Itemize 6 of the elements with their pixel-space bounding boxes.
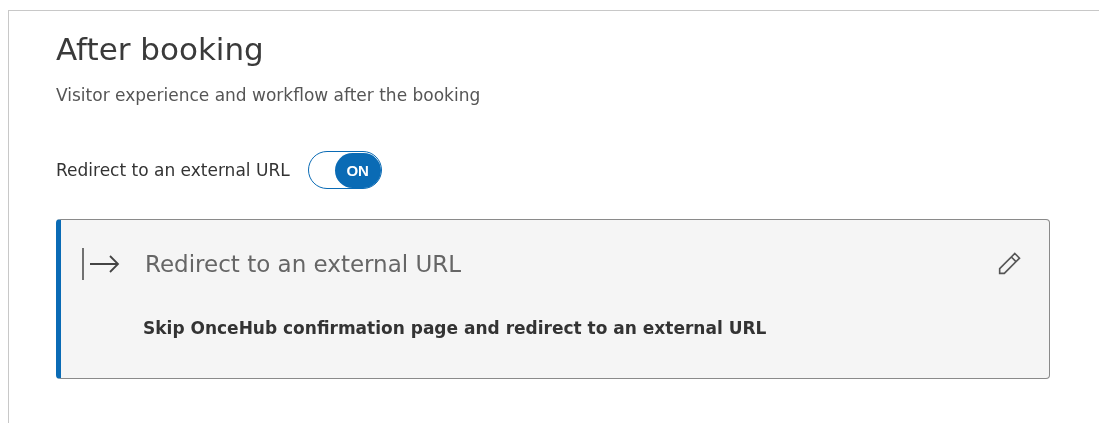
section-title: After booking	[56, 30, 265, 69]
card-description: Skip OnceHub confirmation page and redirect to an external URL	[143, 318, 768, 338]
toggle-label: Redirect to an external URL	[56, 160, 290, 180]
card-title: Redirect to an external URL	[145, 251, 463, 277]
section-subtitle: Visitor experience and workflow after the booking	[56, 85, 482, 105]
redirect-toggle[interactable]: ON	[307, 151, 382, 189]
